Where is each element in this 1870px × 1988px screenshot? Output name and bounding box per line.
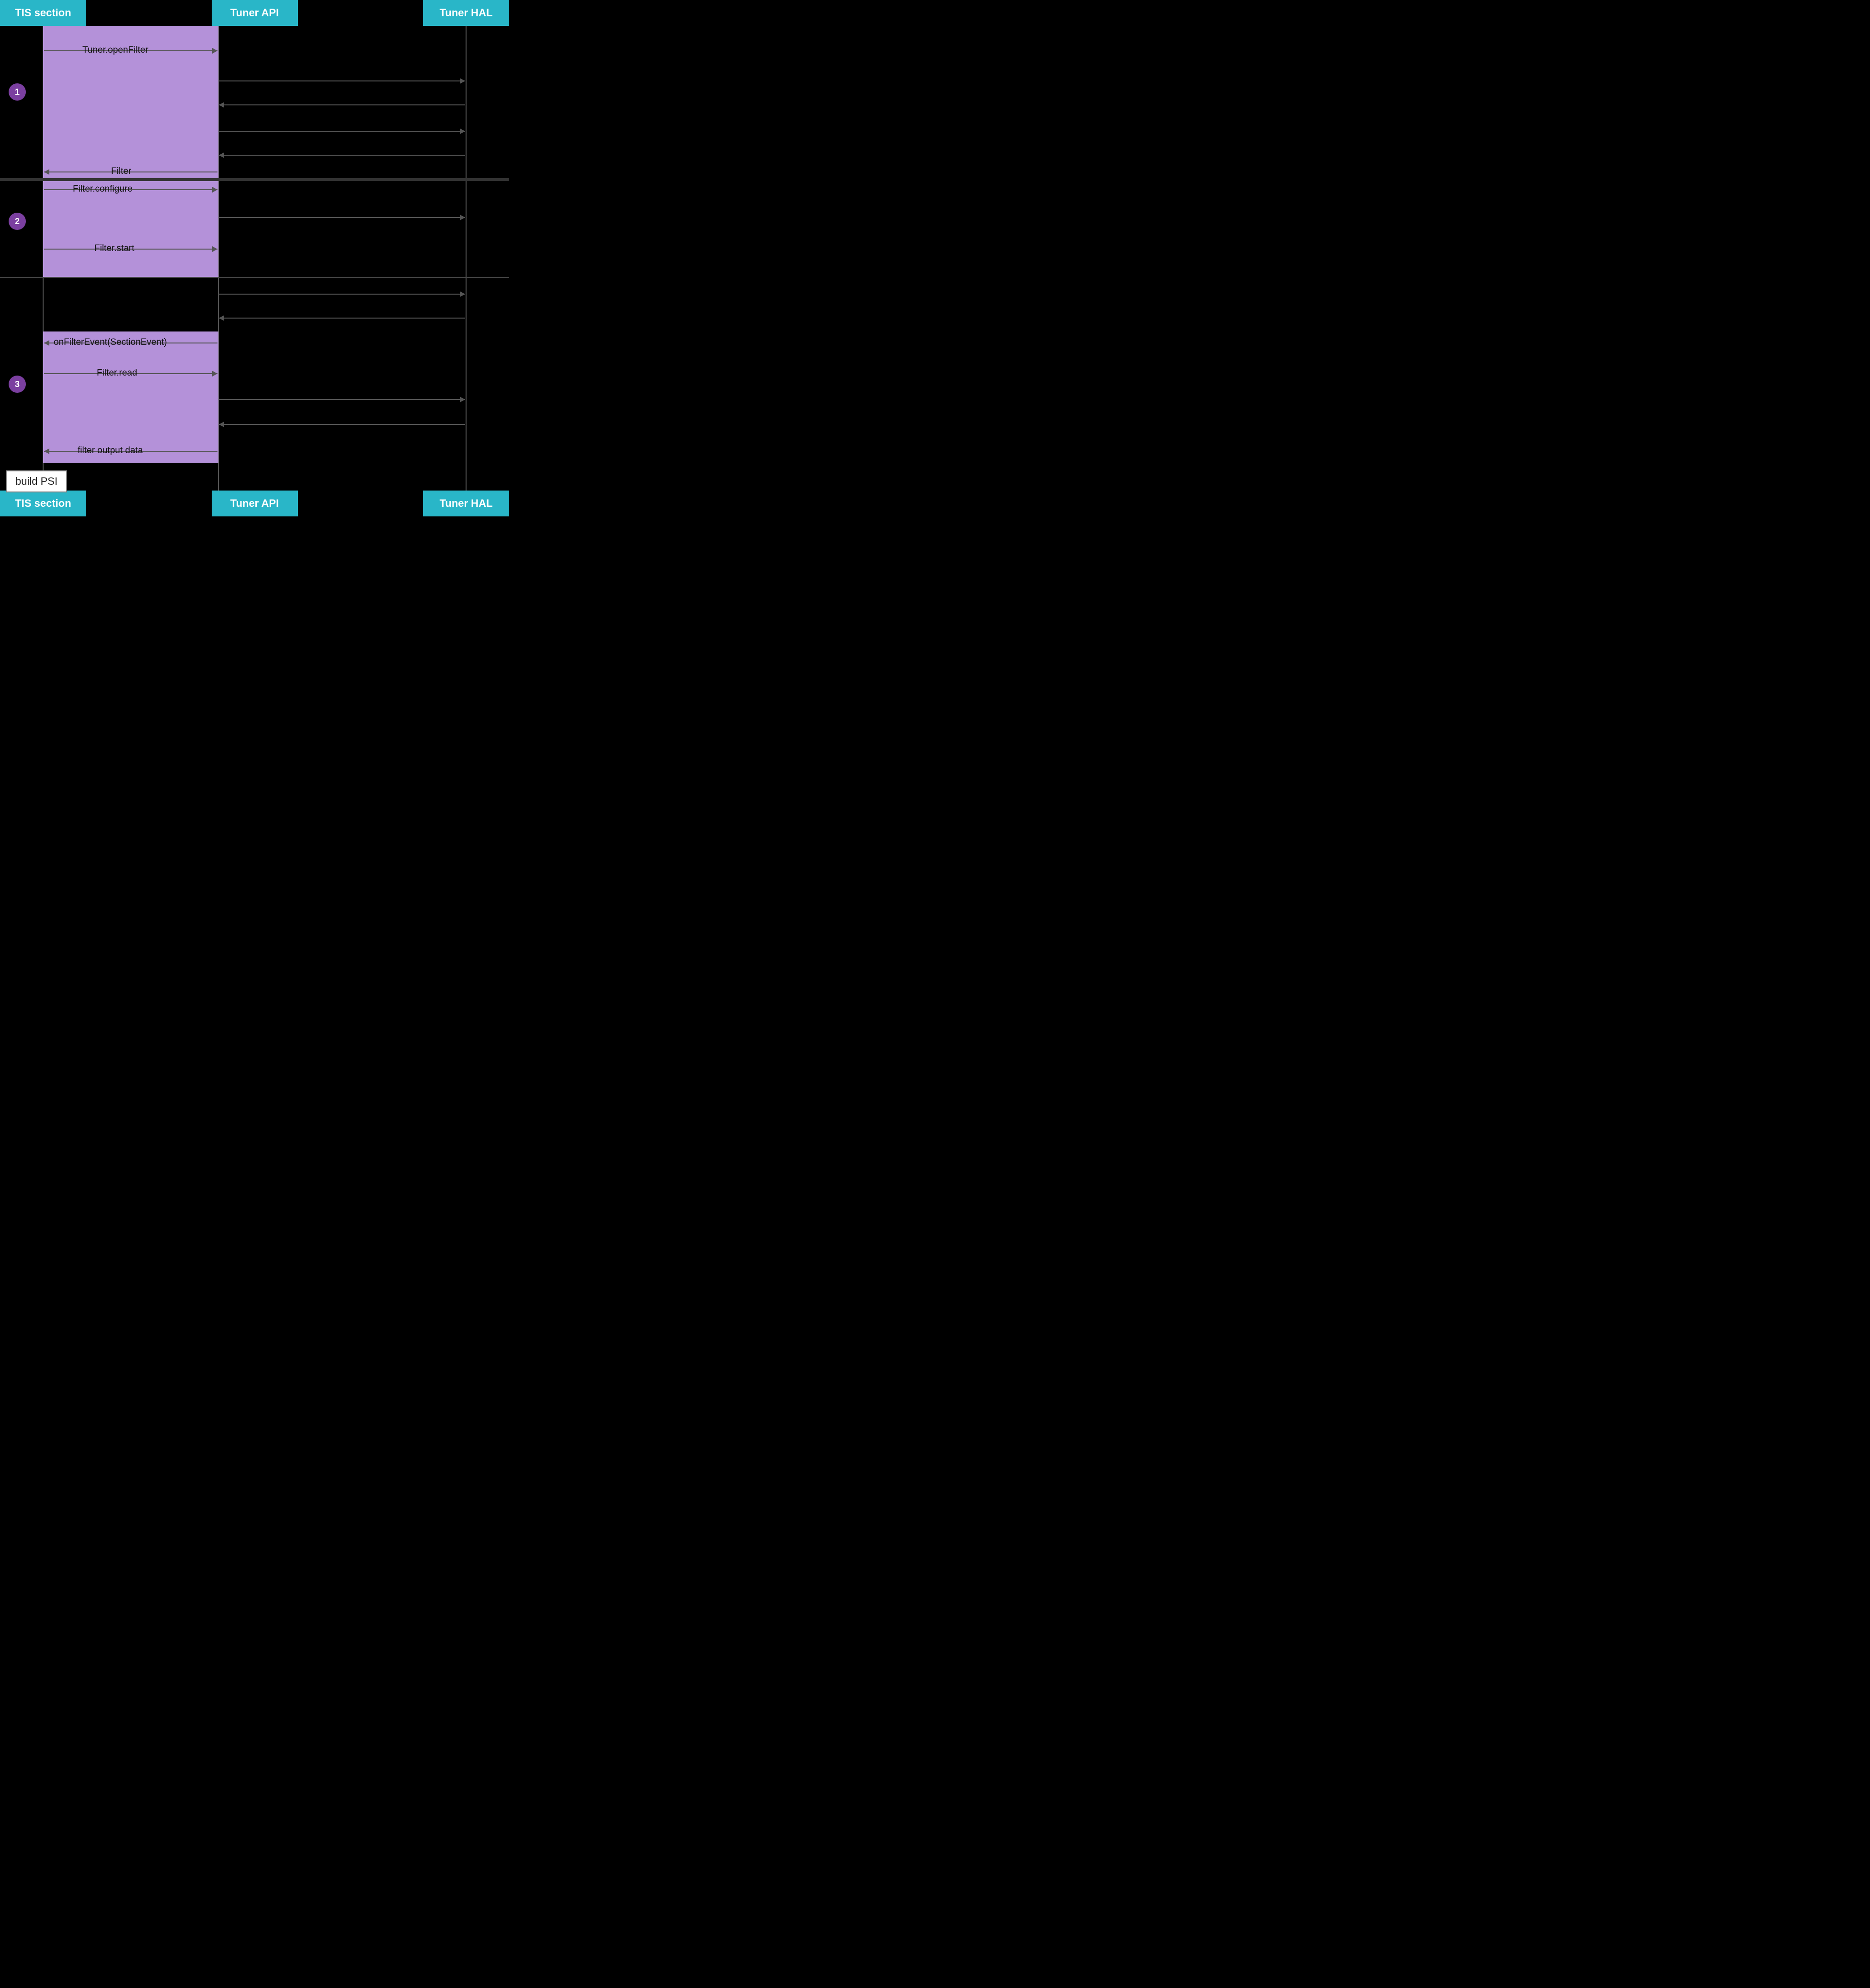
footer-tis: TIS section [0,491,86,516]
header-tuner-api: Tuner API [212,0,298,26]
arrow-filter-read: Filter.read [44,369,217,378]
arrow-filter-start: Filter.start [44,244,217,254]
section-2-block [43,181,218,277]
header-tis: TIS section [0,0,86,26]
section-3-block [43,331,218,463]
header-bar: TIS section Tuner API Tuner HAL [0,0,509,26]
lifeline-tuner-hal [466,26,467,491]
header-gap1 [86,0,212,26]
header-tuner-hal-label: Tuner HAL [440,7,493,19]
arrow-filter-return: Filter [44,167,217,177]
footer-tuner-api-label: Tuner API [230,497,279,510]
arrow-hal-2-left [219,150,465,160]
arrow-hal-start-right [219,289,465,299]
main-diagram: 1 Tuner.openFilter [0,26,509,491]
step-3-circle: 3 [9,376,26,393]
divider-2-gap [0,277,509,278]
footer-bar: TIS section Tuner API Tuner HAL [0,491,509,516]
footer-tuner-hal: Tuner HAL [423,491,509,516]
arrow-hal-2-right [219,126,465,136]
arrow-hal-1-left [219,100,465,110]
footer-gap1 [86,491,212,516]
arrow-filter-output-data: filter output data [44,446,217,456]
footer-tuner-api: Tuner API [212,491,298,516]
arrow-on-filter-event-label: onFilterEvent(SectionEvent) [54,337,167,348]
step-2-circle: 2 [9,213,26,230]
header-gap2 [298,0,423,26]
arrow-hal-configure [219,213,465,222]
arrow-filter-configure-label: Filter.configure [73,184,133,194]
arrow-hal-start-left [219,313,465,323]
arrow-hal-1-right [219,76,465,86]
arrow-filter-configure: Filter.configure [44,185,217,194]
footer-tuner-hal-label: Tuner HAL [440,497,493,510]
build-psi-box: build PSI [6,470,67,492]
header-tuner-api-label: Tuner API [230,7,279,19]
arrow-tuner-open-filter-label: Tuner.openFilter [82,45,148,56]
footer-tis-label: TIS section [15,497,71,510]
arrow-filter-output-data-label: filter output data [78,446,143,456]
header-tuner-hal: Tuner HAL [423,0,509,26]
arrow-filter-return-label: Filter [111,166,131,177]
arrow-filter-start-label: Filter.start [94,243,134,254]
build-psi-label: build PSI [15,475,57,487]
footer-gap2 [298,491,423,516]
arrow-tuner-open-filter: Tuner.openFilter [44,46,217,56]
arrow-hal-read-left [219,420,465,429]
step-1-circle: 1 [9,83,26,101]
header-tis-label: TIS section [15,7,71,19]
arrow-filter-read-label: Filter.read [97,368,137,378]
arrow-on-filter-event: onFilterEvent(SectionEvent) [44,338,217,348]
sequence-diagram: TIS section Tuner API Tuner HAL 1 Tuner.… [0,0,509,516]
arrow-hal-read-right [219,395,465,404]
